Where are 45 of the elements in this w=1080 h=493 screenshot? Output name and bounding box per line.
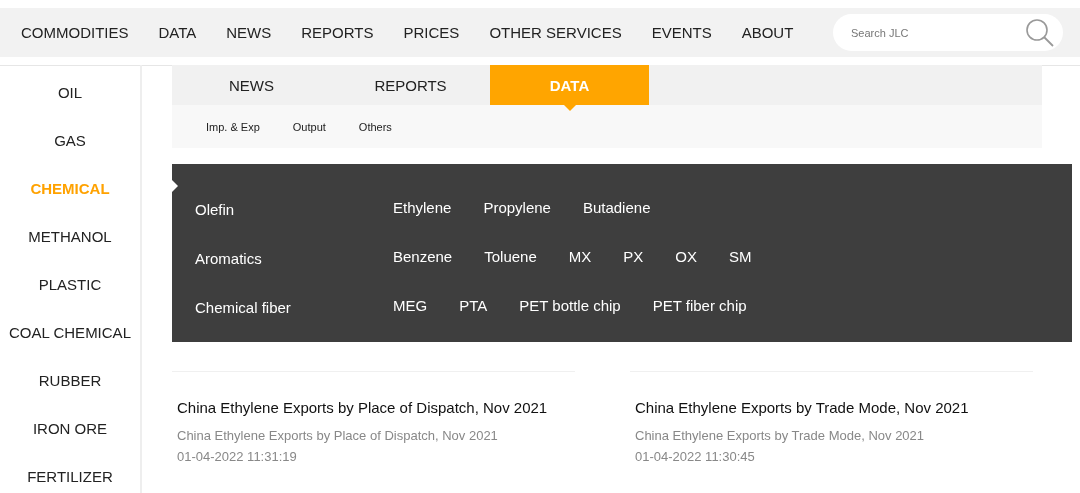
menu-category[interactable]: Olefin <box>195 201 393 218</box>
nav-link[interactable]: NEWS <box>226 24 272 41</box>
menu-item[interactable]: Butadiene <box>582 199 651 216</box>
sidebar-item[interactable]: METHANOL <box>28 227 112 246</box>
menu-item[interactable]: Benzene <box>393 248 453 265</box>
menu-item[interactable]: SM <box>728 248 752 265</box>
article-title[interactable]: China Ethylene Exports by Place of Dispatch, Nov 2021 <box>177 399 575 416</box>
article-date: 01-04-2022 11:31:19 <box>177 449 298 464</box>
sidebar-item[interactable]: FERTILIZER <box>27 467 113 486</box>
nav-link[interactable]: OTHER SERVICES <box>489 24 622 41</box>
tab[interactable]: NEWS <box>172 65 331 105</box>
menu-category[interactable]: Chemical fiber <box>195 299 393 316</box>
sidebar-item[interactable]: COAL CHEMICAL <box>9 323 131 342</box>
menu-item[interactable]: PET bottle chip <box>519 297 621 314</box>
sidebar-item[interactable]: PLASTIC <box>38 275 102 294</box>
menu-item[interactable]: Propylene <box>483 199 551 216</box>
search-icon[interactable] <box>1025 18 1055 48</box>
menu-category[interactable]: Aromatics <box>195 250 393 267</box>
nav-link[interactable]: COMMODITIES <box>21 24 129 41</box>
subtab-link[interactable]: Others <box>358 120 392 133</box>
article-title[interactable]: China Ethylene Exports by Trade Mode, Nov 2021 <box>635 399 1033 416</box>
nav-link[interactable]: ABOUT <box>741 24 794 41</box>
article-summary: China Ethylene Exports by Trade Mode, Nov 2021 <box>635 428 926 443</box>
menu-item[interactable]: Toluene <box>484 248 537 265</box>
sidebar-item[interactable]: OIL <box>57 83 83 102</box>
tab[interactable]: REPORTS <box>331 65 490 105</box>
subtab-link[interactable]: Output <box>292 120 326 133</box>
nav-link[interactable]: REPORTS <box>301 24 374 41</box>
menu-item[interactable]: PET fiber chip <box>652 297 747 314</box>
article-summary: China Ethylene Exports by Place of Dispatch, Nov 2021 <box>177 428 499 443</box>
sidebar-item[interactable]: IRON ORE <box>32 419 108 438</box>
menu-item[interactable]: PX <box>623 248 644 265</box>
sidebar-item[interactable]: GAS <box>54 131 86 150</box>
menu-item[interactable]: PTA <box>459 297 488 314</box>
article-date: 01-04-2022 11:30:45 <box>635 449 756 464</box>
menu-item[interactable]: MEG <box>393 297 428 314</box>
menu-item[interactable]: OX <box>675 248 697 265</box>
nav-link[interactable]: PRICES <box>403 24 460 41</box>
search-field[interactable]: Search JLC <box>833 14 1063 51</box>
subtab-link[interactable]: Imp. & Exp <box>206 120 260 133</box>
menu-item[interactable]: Ethylene <box>393 199 452 216</box>
sidebar-item[interactable]: RUBBER <box>38 371 102 390</box>
menu-item[interactable]: MX <box>568 248 592 265</box>
nav-link[interactable]: EVENTS <box>651 24 712 41</box>
nav-link[interactable]: DATA <box>158 24 197 41</box>
